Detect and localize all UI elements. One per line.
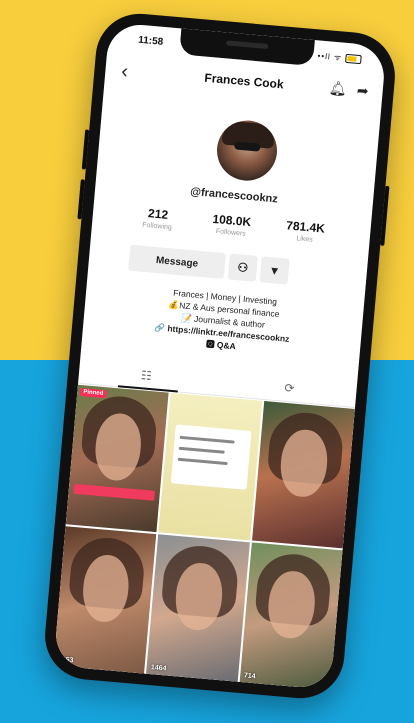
stat-likes: 781.4K Likes <box>269 217 341 246</box>
view-count: 5053 <box>57 656 74 665</box>
phone-frame: 11:58 ••ll ᯤ ‹ Frances Cook 🔔︎ ➦ @france… <box>41 10 399 702</box>
repost-icon[interactable]: ⟳ <box>284 381 295 396</box>
speaker <box>226 40 269 50</box>
avatar-glasses <box>234 141 261 152</box>
more-dropdown-button[interactable]: ▾ <box>259 256 290 285</box>
share-icon[interactable]: ➦ <box>356 82 369 100</box>
tiktok-profile-screen: 11:58 ••ll ᯤ ‹ Frances Cook 🔔︎ ➦ @france… <box>53 22 387 690</box>
grid-icon[interactable]: ☷ <box>140 368 152 383</box>
status-icons: ••ll ᯤ <box>317 50 362 65</box>
video-thumbnail[interactable]: Pinned <box>65 384 169 533</box>
stat-followers[interactable]: 108.0K Followers <box>196 210 268 239</box>
thumb-card <box>170 424 252 490</box>
status-time: 11:58 <box>137 34 164 48</box>
avatar[interactable] <box>214 118 280 184</box>
bell-icon[interactable]: 🔔︎ <box>328 80 347 98</box>
video-thumbnail[interactable]: 1464 <box>146 534 250 682</box>
video-thumbnail[interactable]: 714 <box>239 542 343 690</box>
video-grid: Pinned 5053 1464 714 <box>53 384 355 690</box>
profile-stats: 212 Following 108.0K Followers 781.4K Li… <box>122 204 341 246</box>
video-thumbnail[interactable] <box>251 400 355 549</box>
view-count: 1464 <box>150 664 167 673</box>
video-thumbnail[interactable] <box>158 392 262 541</box>
caption-bar <box>73 484 155 502</box>
stat-following[interactable]: 212 Following <box>122 204 194 233</box>
profile-header: ‹ Frances Cook 🔔︎ ➦ <box>104 58 383 110</box>
view-count: 714 <box>243 672 256 681</box>
profile-bio: Frances | Money | Investing 💰NZ & Aus pe… <box>102 281 344 362</box>
notch <box>179 28 315 66</box>
signal-icon: ••ll ᯤ <box>317 51 343 63</box>
message-button[interactable]: Message <box>128 244 226 280</box>
profile-actions: Message ⚇ ▾ <box>128 244 330 288</box>
pinned-badge: Pinned <box>79 387 107 399</box>
person-icon[interactable]: ⚇ <box>227 253 258 282</box>
video-thumbnail[interactable]: 5053 <box>53 526 157 674</box>
battery-icon <box>344 54 362 65</box>
